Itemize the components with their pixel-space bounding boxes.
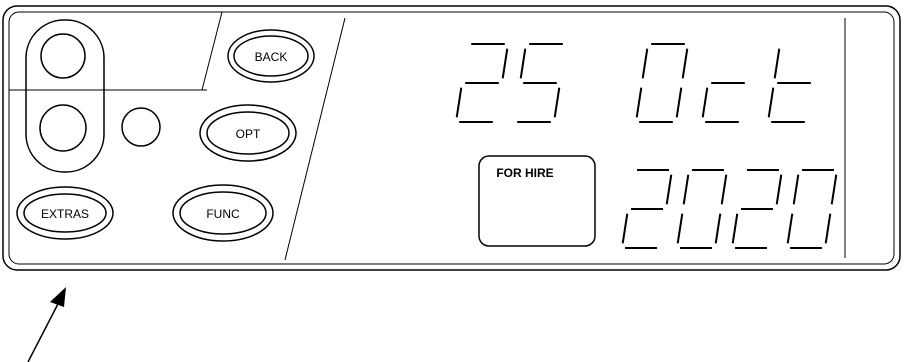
lcd-segment-e [635,87,643,118]
lcd-segment-b [830,174,838,205]
lcd-glyph [621,169,673,249]
lcd-segment-b [665,174,673,205]
lcd-glyph [517,43,563,123]
lcd-segment-b [775,174,783,205]
arrow-shaft [27,299,61,362]
func-button-label: FUNC [206,207,240,221]
lcd-segment-e [786,213,794,244]
lcd-segment-c [675,87,683,118]
lcd-glyph [786,169,838,249]
display-month [635,43,811,123]
panel-divider-slant-left [201,11,223,91]
bottom-round-button[interactable] [39,104,87,152]
lcd-segment-b [681,48,689,79]
lcd-glyph [455,43,509,123]
for-hire-indicator: FOR HIRE [478,155,596,247]
lcd-segment-e [676,213,684,244]
func-button[interactable]: FUNC [172,184,274,242]
lcd-segment-f [641,48,649,79]
lcd-segment-c [553,87,561,118]
extras-button-label: EXTRAS [41,207,89,221]
lcd-segment-c [824,213,832,244]
lcd-segment-b [720,174,728,205]
pointer-arrow [27,287,66,362]
lcd-glyph [676,169,728,249]
small-round-button[interactable] [121,107,161,147]
lcd-glyph [767,48,811,123]
lcd-glyph [701,82,745,123]
lcd-segment-e [621,213,629,244]
display-day [455,43,563,123]
lcd-segment-f [519,48,527,79]
lcd-segment-f [682,174,690,205]
lcd-segment-f [773,48,781,79]
for-hire-label: FOR HIRE [496,166,553,180]
back-button-label: BACK [255,50,288,64]
opt-button[interactable]: OPT [199,104,297,162]
top-round-button[interactable] [40,33,86,79]
lcd-glyph [635,43,689,123]
extras-button[interactable]: EXTRAS [16,186,114,240]
taximeter-diagram: BACK OPT EXTRAS FUNC FOR HIRE [2,5,901,362]
lcd-glyph [731,169,783,249]
lcd-segment-e [701,87,709,118]
display-year [621,169,838,249]
opt-button-label: OPT [236,127,261,141]
lcd-segment-c [714,213,722,244]
lcd-segment-f [792,174,800,205]
lcd-segment-e [731,213,739,244]
back-button[interactable]: BACK [227,29,315,83]
arrow-head [50,287,66,307]
lcd-segment-b [501,48,509,79]
lcd-segment-e [455,87,463,118]
lcd-segment-e [767,87,775,118]
